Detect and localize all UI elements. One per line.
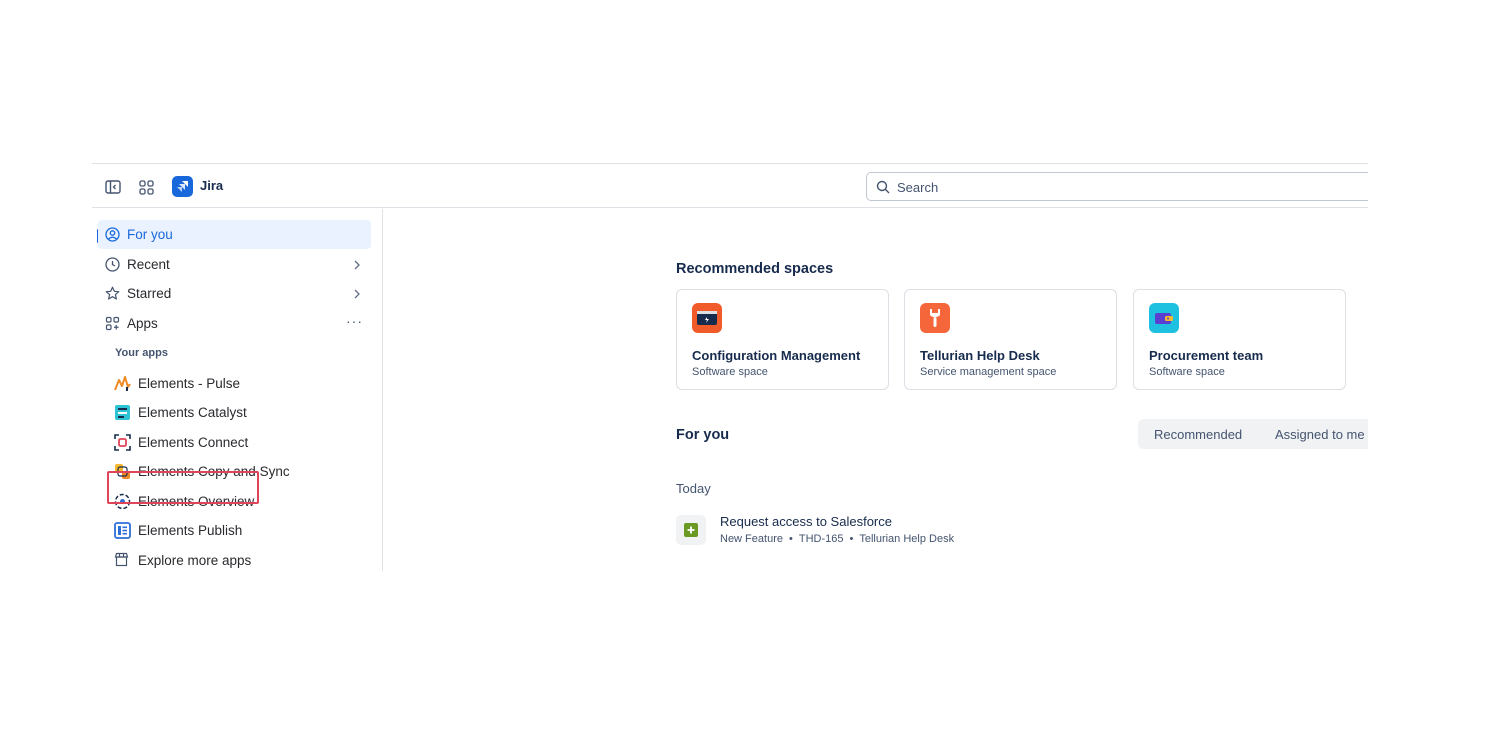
space-type: Service management space <box>920 366 1057 378</box>
space-card-tellurian-help-desk[interactable]: Tellurian Help Desk Service management s… <box>904 289 1117 390</box>
sidebar-item-apps[interactable]: Apps ··· <box>98 309 371 338</box>
more-options-icon[interactable]: ··· <box>346 313 363 329</box>
separator-dot: • <box>788 533 793 545</box>
wrench-icon <box>920 303 950 333</box>
configuration-space-icon <box>692 303 722 333</box>
your-apps-label: Your apps <box>115 347 168 359</box>
new-feature-icon <box>676 515 706 545</box>
space-card-configuration-management[interactable]: Configuration Management Software space <box>676 289 889 390</box>
apps-grid-icon <box>105 316 120 331</box>
sidebar-item-recent[interactable]: Recent <box>98 250 371 279</box>
app-item-label: Elements Catalyst <box>138 405 247 420</box>
recommended-spaces-title: Recommended spaces <box>676 261 834 277</box>
pulse-icon <box>114 375 131 392</box>
clock-icon <box>105 257 120 272</box>
work-tabs: Recommended Assigned to me <box>1138 419 1368 449</box>
app-name[interactable]: Jira <box>200 178 223 193</box>
work-item-meta: New Feature • THD-165 • Tellurian Help D… <box>720 533 954 545</box>
jira-logo-icon[interactable] <box>172 176 193 197</box>
chevron-right-icon[interactable] <box>351 287 363 299</box>
work-item-key: THD-165 <box>798 533 844 545</box>
sidebar-item-for-you[interactable]: For you <box>98 220 371 249</box>
for-you-title: For you <box>676 427 730 443</box>
store-icon <box>114 552 131 569</box>
space-type: Software space <box>1149 366 1225 378</box>
publish-icon <box>114 522 131 539</box>
work-item-space: Tellurian Help Desk <box>859 533 955 545</box>
sidebar-item-label: Starred <box>127 286 172 301</box>
work-item-type: New Feature <box>720 533 783 545</box>
sidebar-item-starred[interactable]: Starred <box>98 279 371 308</box>
top-navigation: Jira Search <box>92 164 1368 208</box>
space-name: Procurement team <box>1149 348 1264 363</box>
work-item-title[interactable]: Request access to Salesforce <box>720 514 892 529</box>
app-item-label: Elements Connect <box>138 435 249 450</box>
app-item-elements-publish[interactable]: Elements Publish <box>110 516 372 544</box>
app-item-elements-catalyst[interactable]: Elements Catalyst <box>110 398 372 426</box>
today-label: Today <box>676 481 711 496</box>
highlight-annotation <box>107 471 259 504</box>
search-input[interactable]: Search <box>866 172 1368 201</box>
app-item-elements-pulse[interactable]: Elements - Pulse <box>110 369 372 397</box>
space-name: Configuration Management <box>692 348 861 363</box>
app-item-explore-more[interactable]: Explore more apps <box>110 546 372 571</box>
sidebar-item-label: Apps <box>127 316 158 331</box>
space-type: Software space <box>692 366 768 378</box>
person-circle-icon <box>105 227 120 242</box>
sidebar-item-label: Recent <box>127 257 170 272</box>
sidebar-item-label: For you <box>127 227 173 242</box>
tab-assigned-to-me[interactable]: Assigned to me <box>1275 427 1365 442</box>
space-card-procurement-team[interactable]: Procurement team Software space <box>1133 289 1346 390</box>
app-item-elements-connect[interactable]: Elements Connect <box>110 428 372 456</box>
separator-dot: • <box>849 533 854 545</box>
main-content: Recommended spaces Configuration Managem… <box>384 209 1368 571</box>
sidebar-toggle-icon[interactable] <box>104 178 122 196</box>
connect-icon <box>114 434 131 451</box>
app-switcher-icon[interactable] <box>137 178 155 196</box>
sidebar: For you Recent Starred Apps ··· Your app… <box>92 209 383 571</box>
space-name: Tellurian Help Desk <box>920 348 1040 363</box>
app-item-label: Explore more apps <box>138 553 252 568</box>
jira-window: Jira Search For you Recent Starred Apps … <box>92 163 1368 571</box>
search-icon <box>876 180 890 194</box>
chevron-right-icon[interactable] <box>351 258 363 270</box>
app-item-label: Elements Publish <box>138 523 243 538</box>
wallet-icon <box>1149 303 1179 333</box>
tab-recommended[interactable]: Recommended <box>1154 427 1242 442</box>
app-item-label: Elements - Pulse <box>138 376 241 391</box>
search-placeholder: Search <box>897 180 939 195</box>
star-icon <box>105 286 120 301</box>
catalyst-icon <box>114 404 131 421</box>
